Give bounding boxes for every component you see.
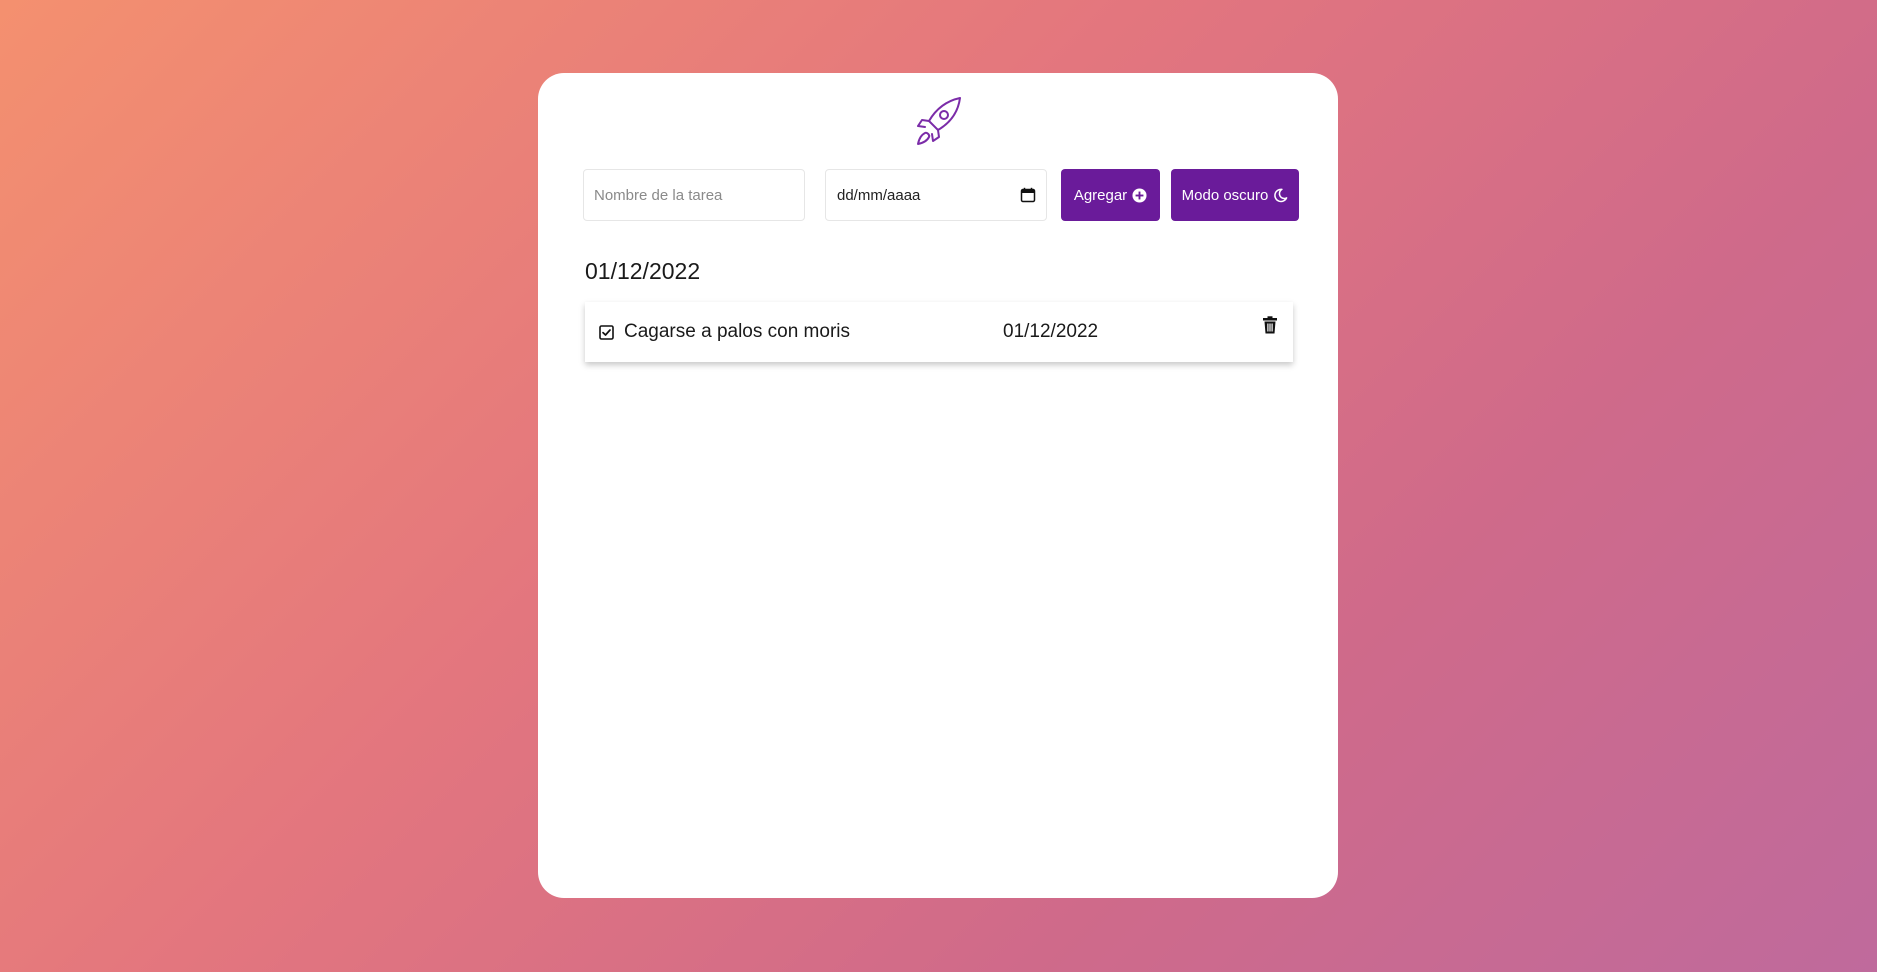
dark-mode-button-label: Modo oscuro <box>1181 186 1269 204</box>
task-date: 01/12/2022 <box>1003 321 1099 342</box>
calendar-icon[interactable] <box>1020 187 1036 203</box>
task-row: Cagarse a palos con moris 01/12/2022 <box>585 302 1293 362</box>
todo-card: dd/mm/aaaa Agregar Modo oscuro <box>538 73 1338 898</box>
rocket-icon <box>912 95 964 147</box>
task-name: Cagarse a palos con moris <box>624 321 850 342</box>
task-group-date: 01/12/2022 <box>585 258 701 284</box>
add-button-label: Agregar <box>1073 186 1128 204</box>
trash-icon[interactable] <box>1262 316 1278 334</box>
moon-icon <box>1273 188 1288 203</box>
plus-circle-icon <box>1132 187 1147 203</box>
add-task-button[interactable]: Agregar <box>1061 169 1160 221</box>
dark-mode-button[interactable]: Modo oscuro <box>1171 169 1299 221</box>
date-input[interactable]: dd/mm/aaaa <box>825 169 1047 221</box>
checkbox-checked-icon[interactable] <box>599 325 614 340</box>
task-name-input[interactable] <box>583 169 805 221</box>
date-input-placeholder: dd/mm/aaaa <box>837 186 921 204</box>
